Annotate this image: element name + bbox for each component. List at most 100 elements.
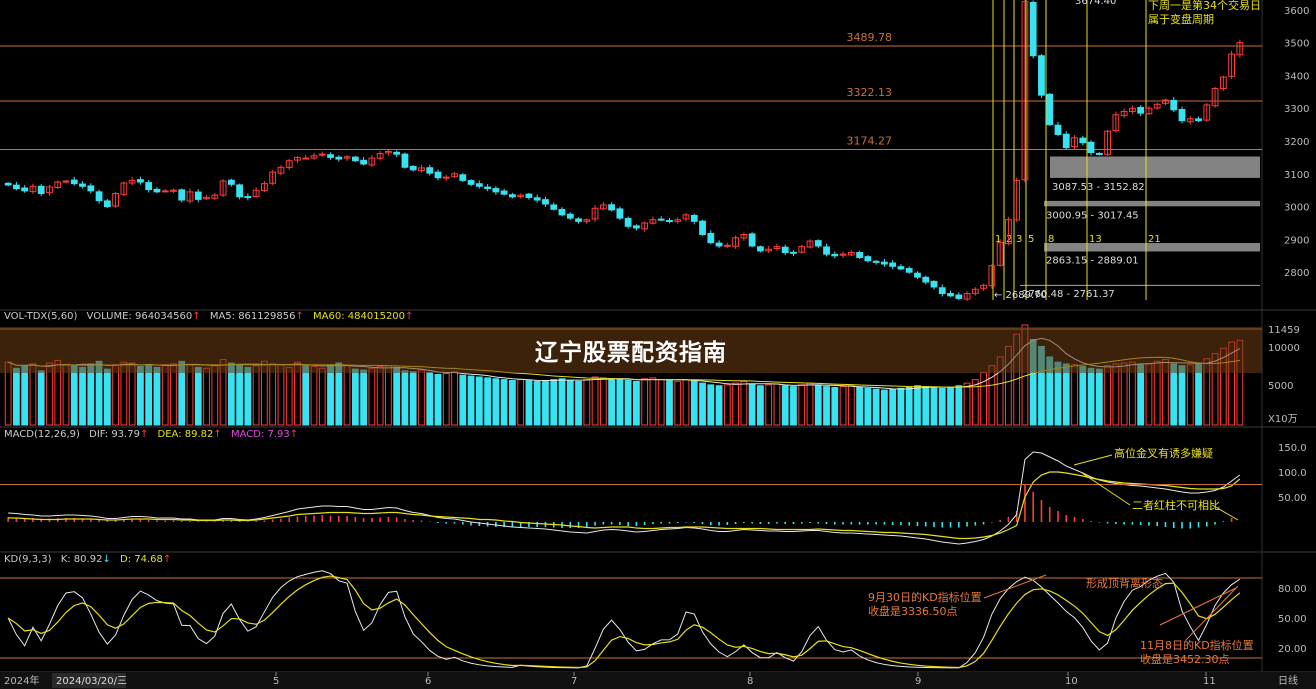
volume-bar [666, 379, 673, 426]
volume-bar [145, 365, 153, 426]
volume-bar [269, 363, 277, 426]
volume-bar [1178, 365, 1186, 426]
fib-count-label: 21 [1148, 234, 1161, 245]
gap-zone-label: 3000.95 - 3017.45 [1046, 210, 1139, 221]
kd-note-top: 形成顶背离形态 [1086, 576, 1163, 590]
candle-body [616, 208, 624, 219]
volume-bar [186, 364, 194, 426]
volume-bar [211, 365, 219, 426]
volume-bar [62, 364, 70, 426]
volume-bar [318, 367, 326, 426]
volume-bar [29, 363, 37, 426]
candle-body [525, 193, 533, 198]
volume-ma5: MA5: 861129856 [209, 311, 296, 322]
macd-pointer-line [1081, 472, 1131, 506]
volume-bar [748, 383, 756, 426]
volume-bar [343, 365, 351, 426]
up-arrow-icon: ↑ [295, 311, 304, 322]
volume-bar [723, 384, 731, 426]
volume-bar [938, 387, 946, 426]
volume-bar [451, 371, 458, 426]
volume-bar [558, 378, 566, 426]
volume-bar [550, 379, 558, 426]
gap-zone-label: 3087.53 - 3152.82 [1052, 182, 1145, 193]
volume-bar [37, 370, 45, 426]
macd-note-2: 二者红柱不可相比 [1132, 498, 1220, 512]
candle-body [227, 179, 235, 185]
volume-bar [327, 364, 334, 426]
volume-bar [376, 366, 384, 426]
candle-body [335, 156, 343, 160]
candle-body [409, 165, 417, 171]
kd-note-right-2: 收盘是3452.30点 [1140, 652, 1230, 666]
volume-bar [484, 377, 491, 426]
macd-dea: DEA: 89.82 [157, 429, 214, 440]
candle-body [715, 242, 723, 247]
candle-body [4, 182, 12, 186]
volume-bar [732, 382, 739, 426]
volume-bar [21, 365, 29, 426]
volume-bar [103, 368, 111, 426]
volume-bar [1137, 364, 1145, 426]
volume-bar [194, 366, 202, 426]
volume-bar [624, 379, 632, 426]
price-tick-label: 3500 [1284, 39, 1309, 50]
macd-pointer-line [1211, 504, 1239, 521]
down-arrow-icon: ↓ [102, 554, 111, 565]
volume-bar [599, 377, 607, 426]
candle-body [70, 179, 78, 185]
volume-ma60: MA60: 484015200 [313, 311, 406, 322]
candle-body [145, 182, 153, 191]
kd-indicator-label: KD(9,3,3) [4, 554, 52, 565]
candle-body [401, 153, 409, 168]
candle-body [318, 153, 326, 156]
macd-value: MACD: 7.93 [230, 429, 290, 440]
macd-panel[interactable] [0, 451, 1262, 545]
candle-body [897, 266, 905, 270]
volume-bar [583, 379, 591, 426]
up-arrow-icon: ↑ [162, 554, 172, 565]
kd-panel-header: KD(9,3,3) K: 80.92↓ D: 74.68↑ [4, 554, 177, 565]
macd-note-1: 高位金叉有诱多嫌疑 [1114, 446, 1213, 460]
candle-body [178, 189, 186, 201]
candle-body [699, 220, 706, 235]
volume-bar [385, 365, 392, 426]
volume-bar [1095, 368, 1103, 426]
up-arrow-icon: ↑ [139, 429, 149, 440]
candle-body [467, 180, 475, 185]
candle-body [938, 287, 946, 295]
kd-note-left-2: 收盘是3336.50点 [868, 604, 958, 618]
volume-bar [856, 386, 863, 426]
kd-d-line [7, 575, 1241, 669]
candle-body [864, 256, 872, 262]
candle-body [905, 268, 913, 273]
volume-bar [203, 367, 210, 426]
candle-body [1178, 108, 1186, 122]
volume-bar [633, 380, 640, 426]
candle-body [1046, 93, 1054, 126]
volume-bar [674, 380, 682, 426]
candle-body [194, 191, 202, 200]
candle-body [748, 233, 756, 247]
candle-body [426, 167, 434, 174]
month-tick-label: 9 [915, 676, 921, 687]
volume-bar [699, 382, 706, 426]
volume-bar [781, 385, 789, 426]
top-note-line2: 属于变盘周期 [1148, 12, 1214, 26]
macd-tick-label: 50.00 [1278, 493, 1307, 504]
candle-body [21, 187, 29, 192]
volume-bar [277, 364, 285, 426]
candle-body [351, 156, 359, 162]
volume-bar [765, 384, 773, 426]
candle-body [558, 208, 566, 216]
macd-dea-line [8, 471, 1241, 540]
kd-pointer-line [1185, 585, 1239, 641]
kd-k: K: 80.92 [60, 554, 103, 565]
kd-tick-label: 50.00 [1278, 614, 1307, 625]
volume-unit-label: X10万 [1268, 414, 1298, 425]
kd-panel[interactable] [0, 570, 1262, 669]
price-panel[interactable]: 3489.78 3322.13 3174.27 3087.53 - 3152.82 30… [0, 0, 1262, 301]
volume-bar [905, 386, 913, 426]
volume-bar [575, 380, 582, 426]
candle-body [500, 190, 508, 195]
